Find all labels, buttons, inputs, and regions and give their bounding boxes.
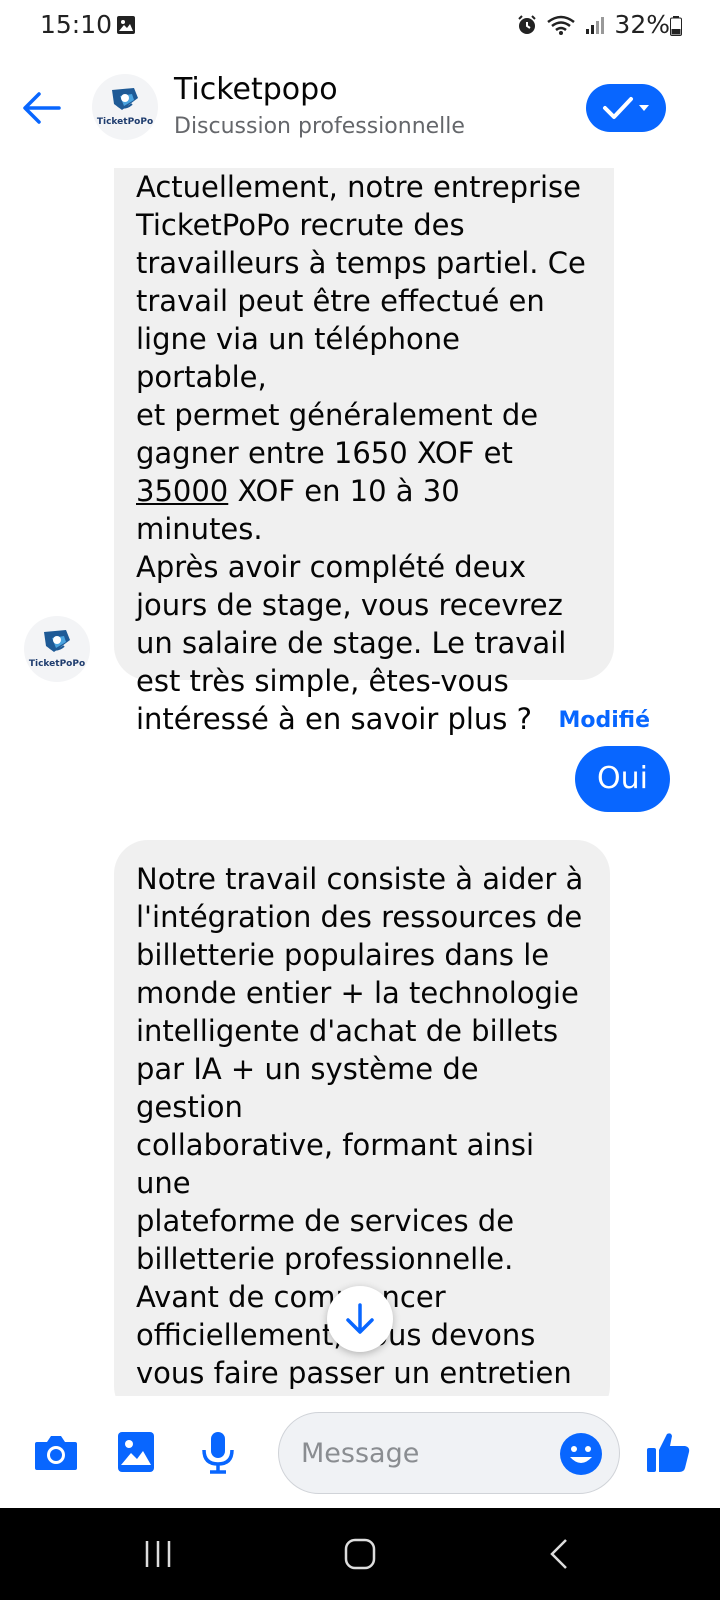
message-link-number[interactable]: 35000: [136, 474, 228, 508]
back-arrow-icon: [23, 92, 61, 124]
composer-bar: [0, 1396, 720, 1508]
message-sender-avatar[interactable]: TicketPoPo: [24, 616, 90, 682]
message-box[interactable]: [278, 1412, 620, 1494]
system-nav-bar: [0, 1508, 720, 1600]
thumbs-up-icon: [647, 1433, 690, 1472]
emoji-icon[interactable]: [559, 1432, 603, 1476]
recent-apps-icon: [145, 1541, 171, 1567]
gallery-button[interactable]: [108, 1424, 164, 1480]
alarm-icon: [518, 14, 537, 34]
gallery-icon: [117, 16, 135, 34]
microphone-icon: [202, 1432, 234, 1474]
battery-percent: 32%: [614, 10, 670, 39]
outgoing-message-1[interactable]: Oui: [575, 746, 670, 812]
status-bar: 15:10 32%: [0, 0, 720, 52]
status-time: 15:10: [40, 10, 113, 39]
image-icon: [118, 1432, 154, 1472]
verified-menu-button[interactable]: [586, 84, 666, 132]
voice-button[interactable]: [190, 1424, 246, 1480]
arrow-down-icon: [346, 1303, 374, 1334]
message-text: Actuellement, notre entreprise TicketPoP…: [136, 170, 586, 470]
camera-button[interactable]: [28, 1424, 84, 1480]
signal-icon: [586, 16, 605, 34]
edited-label: Modifié: [558, 708, 650, 733]
conversation[interactable]: Actuellement, notre entreprise TicketPoP…: [0, 168, 720, 1396]
recent-apps-button[interactable]: [138, 1534, 178, 1574]
back-button[interactable]: [18, 84, 66, 132]
home-icon: [344, 1538, 376, 1570]
wifi-icon: [547, 15, 576, 35]
contact-name[interactable]: Ticketpopo: [174, 72, 338, 107]
message-text-rest: XOF en 10 à 30 minutes. Après avoir comp…: [136, 474, 567, 736]
caret-down-icon: [639, 105, 649, 111]
check-icon: [603, 97, 633, 119]
incoming-message-1[interactable]: Actuellement, notre entreprise TicketPoP…: [114, 168, 614, 736]
chat-header: TicketPoPo Ticketpopo Discussion profess…: [0, 52, 720, 168]
message-input[interactable]: [301, 1413, 531, 1493]
camera-icon: [35, 1436, 77, 1470]
back-chevron-icon: [550, 1539, 567, 1569]
like-button[interactable]: [640, 1424, 696, 1480]
scroll-to-bottom-button[interactable]: [327, 1286, 393, 1352]
messenger-screen: 15:10 32% TicketPoPo Ticketpopo Discussi…: [0, 0, 720, 1600]
logo-text: TicketPoPo: [29, 659, 85, 669]
home-button[interactable]: [340, 1534, 380, 1574]
back-nav-button[interactable]: [540, 1534, 580, 1574]
contact-avatar[interactable]: TicketPoPo: [92, 74, 158, 140]
battery-icon: [670, 16, 682, 36]
ticketpopo-logo: TicketPoPo: [97, 88, 153, 127]
contact-subtitle: Discussion professionnelle: [174, 114, 465, 139]
logo-text: TicketPoPo: [97, 117, 153, 127]
ticketpopo-logo: TicketPoPo: [29, 630, 85, 669]
